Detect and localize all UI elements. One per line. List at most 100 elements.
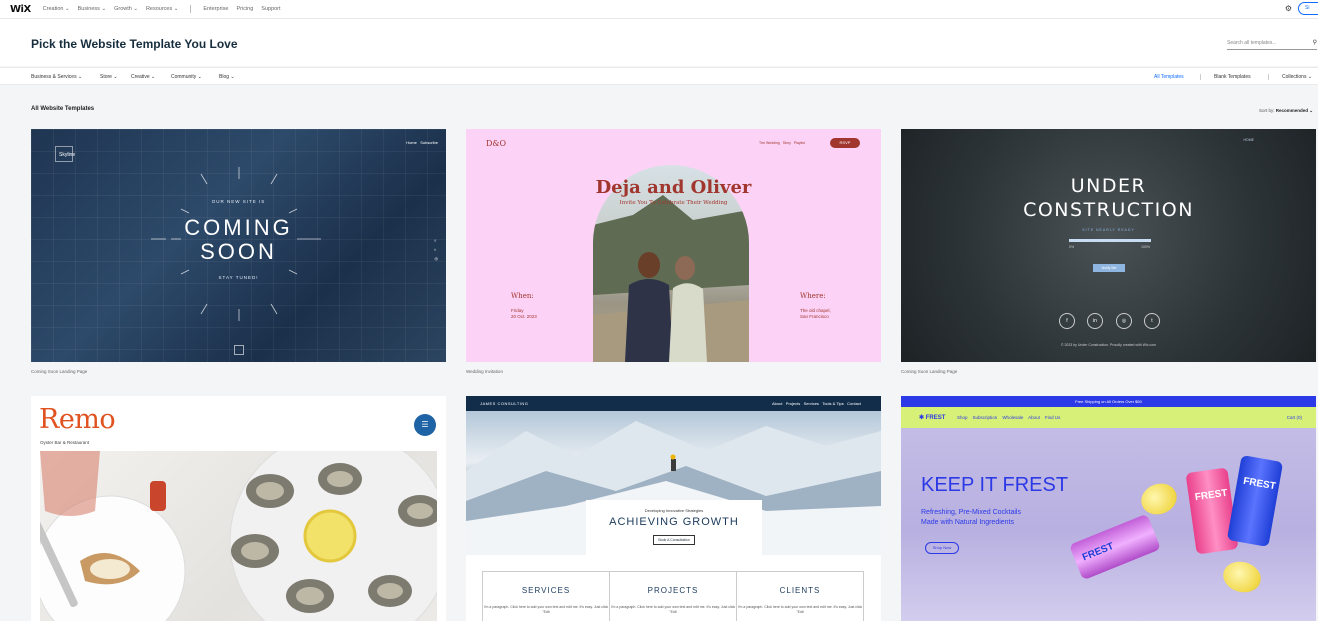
template-headline: SOON	[200, 239, 277, 264]
top-nav: WiX Creation ⌄ Business ⌄ Growth ⌄ Resou…	[0, 0, 1318, 18]
column-clients: CLIENTS I'm a paragraph. Click here to a…	[737, 572, 863, 621]
services-columns: SERVICES I'm a paragraph. Click here to …	[482, 571, 864, 621]
nav-growth[interactable]: Growth ⌄	[114, 6, 138, 12]
lemon-slice	[1136, 478, 1182, 520]
template-nav: The Wedding Story Playlist	[759, 141, 805, 145]
tab-divider	[1268, 74, 1269, 80]
nav-pricing[interactable]: Pricing	[236, 6, 253, 12]
ready-text: SITE NEARLY READY	[1082, 228, 1135, 232]
page-title: Pick the Website Template You Love	[31, 37, 238, 51]
can-label: FREST	[1242, 475, 1277, 493]
tab-collections[interactable]: Collections ⌄	[1282, 74, 1312, 80]
facebook-icon: f	[1059, 313, 1075, 329]
lemon-slice	[1219, 557, 1265, 597]
tab-all-templates[interactable]: All Templates	[1154, 74, 1184, 80]
column-title: PROJECTS	[647, 586, 699, 595]
wix-logo[interactable]: WiX	[10, 4, 31, 15]
nav-resources[interactable]: Resources ⌄	[146, 6, 178, 12]
shop-now-button: Shop Now	[925, 542, 959, 554]
notify-button: Notify Me	[1093, 264, 1125, 272]
tagline-line: Refreshing, Pre-Mixed Cocktails	[921, 509, 1021, 516]
template-headline: COMING	[184, 215, 293, 240]
template-brand: JAMES CONSULTING	[480, 401, 529, 406]
search-input[interactable]: Search all templates... ⚲	[1227, 38, 1317, 50]
sort-value[interactable]: Recommended ⌄	[1276, 108, 1313, 113]
can-blue: FREST	[1226, 455, 1284, 547]
template-nav-link: Playlist	[793, 141, 805, 145]
nav-business[interactable]: Business ⌄	[78, 6, 106, 12]
tab-blank-templates[interactable]: Blank Templates	[1214, 74, 1251, 80]
page-header: Pick the Website Template You Love Searc…	[0, 18, 1318, 66]
template-headline: UNDER CONSTRUCTION	[901, 174, 1316, 222]
where-label: Where:	[800, 292, 826, 300]
hero-panel: Developing Innovative Strategies ACHIEVI…	[586, 500, 762, 556]
scroll-down-icon	[234, 345, 244, 355]
tagline-line: Made with Natural Ingredients	[921, 519, 1014, 526]
template-subtitle: Oyster Bar & Restaurant	[40, 440, 90, 445]
template-card-frest[interactable]: Free Shipping on All Orders Over $50 ✱ F…	[901, 396, 1316, 621]
column-text: I'm a paragraph. Click here to add your …	[610, 605, 736, 614]
language-globe-icon[interactable]: ⚙	[1285, 4, 1292, 13]
template-nav-link: The Wedding	[759, 141, 780, 145]
template-card-coming-soon[interactable]: Skyline Home Subscribe OUR NEW SITE IS C…	[31, 129, 446, 362]
template-caption: Coming Soon Landing Page	[31, 369, 88, 374]
oysters-photo	[31, 430, 446, 621]
linkedin-icon: in	[1087, 313, 1103, 329]
where-venue: The old chapel,	[800, 308, 831, 313]
rsvp-button: RSVP	[830, 138, 860, 148]
where-detail: The old chapel, San Francisco	[800, 308, 831, 319]
search-icon[interactable]: ⚲	[1313, 38, 1317, 49]
template-nav-link: About	[772, 401, 783, 406]
social-icons: f t ◎	[435, 236, 439, 263]
template-nav-link: Shop	[957, 415, 968, 420]
template-headline: KEEP IT FREST	[921, 474, 1069, 496]
instagram-icon: ◎	[434, 256, 439, 261]
template-subline: STAY TUNED!	[218, 275, 259, 280]
template-card-under-construction[interactable]: HOME UNDER CONSTRUCTION SITE NEARLY READ…	[901, 129, 1316, 362]
column-title: SERVICES	[521, 586, 571, 595]
hero-title: ACHIEVING GROWTH	[609, 516, 739, 528]
invite-subtitle: Invite You To Celebrate Their Wedding	[619, 200, 728, 206]
template-brand: D&O	[486, 139, 507, 148]
where-city: San Francisco	[800, 313, 829, 319]
template-card-consulting[interactable]: JAMES CONSULTING About Projects Services…	[466, 396, 881, 621]
template-nav-link: Subscription	[972, 415, 998, 420]
template-card-wedding[interactable]: D&O The Wedding Story Playlist RSVP Deja…	[466, 129, 881, 362]
category-creative[interactable]: Creative ⌄	[131, 74, 155, 80]
search-placeholder: Search all templates...	[1227, 40, 1277, 46]
nav-creation[interactable]: Creation ⌄	[43, 6, 70, 12]
template-tagline: Refreshing, Pre-Mixed Cocktails Made wit…	[921, 508, 1021, 528]
cart-link: Cart (0)	[1286, 415, 1302, 420]
progress-start: 0%	[1069, 245, 1075, 249]
can-label: FREST	[1194, 487, 1229, 504]
column-title: CLIENTS	[779, 586, 821, 595]
progress-bar	[1069, 239, 1151, 242]
template-nav-link: HOME	[1243, 138, 1255, 142]
template-nav-link: Tools & Tips	[822, 401, 844, 406]
column-text: I'm a paragraph. Click here to add your …	[737, 605, 863, 614]
when-detail: Friday 20 Oct. 2023	[511, 308, 537, 319]
template-nav-link: Story	[782, 141, 791, 145]
template-nav-link: Contact	[847, 401, 861, 406]
couple-names: Deja and Oliver	[595, 177, 752, 198]
signin-button[interactable]: Si	[1298, 2, 1318, 15]
template-card-remo[interactable]: Remo Oyster Bar & Restaurant ☰	[31, 396, 446, 621]
template-nav: About Projects Services Tools & Tips Con…	[772, 401, 861, 406]
shipping-banner: Free Shipping on All Orders Over $50	[901, 396, 1316, 407]
twitter-icon: t	[1144, 313, 1160, 329]
nav-enterprise[interactable]: Enterprise	[203, 6, 228, 12]
template-nav-link: Wholesale	[1002, 415, 1024, 420]
instagram-icon: ◎	[1116, 313, 1132, 329]
template-caption: Coming Soon Landing Page	[901, 369, 958, 374]
can-label: FREST	[1080, 540, 1116, 564]
hero-subtitle: Developing Innovative Strategies	[644, 508, 704, 513]
category-store[interactable]: Store ⌄	[100, 74, 118, 80]
category-blog[interactable]: Blog ⌄	[219, 74, 235, 80]
template-nav: ✱ FREST Shop Subscription Wholesale Abou…	[901, 407, 1316, 428]
category-business-services[interactable]: Business & Services ⌄	[31, 74, 82, 80]
template-subline: OUR NEW SITE IS	[211, 199, 266, 204]
sort-dropdown[interactable]: Sort by: Recommended ⌄	[1259, 108, 1313, 114]
nav-support[interactable]: Support	[261, 6, 280, 12]
category-community[interactable]: Community ⌄	[171, 74, 202, 80]
nav-divider	[190, 5, 192, 13]
